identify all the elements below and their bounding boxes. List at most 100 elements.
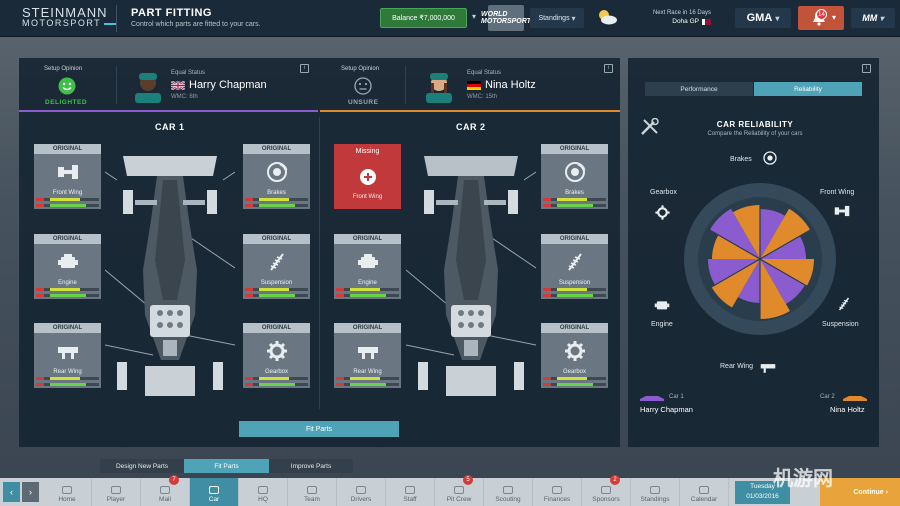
nav-label: Team <box>304 496 320 503</box>
part-condition: ORIGINAL <box>34 144 101 154</box>
chevron-right-icon: › <box>885 488 888 496</box>
finances-icon <box>552 486 562 494</box>
car1-front-wing-card[interactable]: ORIGINAL Front Wing <box>34 144 101 209</box>
nav-finances[interactable]: Finances <box>533 478 582 506</box>
brakes-icon <box>267 162 288 182</box>
radar-label-brakes: Brakes <box>730 156 752 163</box>
forward-arrow-button[interactable]: › <box>22 482 39 502</box>
tab-improve-parts[interactable]: Improve Parts <box>269 459 353 473</box>
reliability-radial-chart <box>684 183 836 335</box>
mm-label: MM <box>862 13 878 23</box>
suspension-icon <box>270 253 284 271</box>
car1-gearbox-card[interactable]: ORIGINAL Gearbox <box>243 323 310 388</box>
back-arrow-button[interactable]: ‹ <box>3 482 20 502</box>
logo-line2: MOTORSPORT <box>22 18 102 28</box>
continue-label: Continue <box>853 488 884 496</box>
car1-engine-card[interactable]: ORIGINAL Engine <box>34 234 101 299</box>
nav-sponsors[interactable]: Sponsors 2 <box>582 475 631 506</box>
driver-avatar-harry-chapman[interactable] <box>133 69 163 103</box>
car2-gearbox-card[interactable]: ORIGINAL Gearbox <box>541 323 608 388</box>
car1-legend-driver: Harry Chapman <box>640 405 693 414</box>
qatar-flag-icon <box>702 18 711 25</box>
gearbox-icon <box>655 205 670 220</box>
nav-standings[interactable]: Standings <box>631 478 680 506</box>
driver-status: Equal Status <box>171 70 206 76</box>
car1-brakes-card[interactable]: ORIGINAL Brakes <box>243 144 310 209</box>
part-condition: ORIGINAL <box>334 323 401 333</box>
car1-accent-line <box>19 110 318 112</box>
part-name: Brakes <box>267 190 286 196</box>
home-icon <box>62 486 72 494</box>
standings-dropdown[interactable]: Standings ▾ <box>530 8 584 28</box>
team-logo[interactable]: STEINMANN MOTORSPORT <box>22 6 117 28</box>
driver-name[interactable]: Nina Holtz <box>485 79 536 91</box>
car2-legend-driver: Nina Holtz <box>830 405 865 414</box>
uk-flag-icon <box>171 81 185 90</box>
tab-design-new-parts[interactable]: Design New Parts <box>100 459 184 473</box>
part-name: Engine <box>58 280 77 286</box>
car2-front-wing-card-missing[interactable]: Missing Front Wing <box>334 144 401 209</box>
nav-label: HQ <box>258 496 268 503</box>
balance-button[interactable]: Balance ₹7,000,000 <box>380 8 467 28</box>
car1-legend-label: Car 1 <box>669 394 684 400</box>
part-name: Suspension <box>260 280 293 286</box>
fit-parts-button[interactable]: Fit Parts <box>239 421 399 437</box>
car1-rear-wing-card[interactable]: ORIGINAL Rear Wing <box>34 323 101 388</box>
nav-scouting[interactable]: Scouting <box>484 478 533 506</box>
gearbox-icon <box>267 341 287 361</box>
nav-pit-crew[interactable]: Pit Crew 5 <box>435 475 484 506</box>
hq-icon <box>258 486 268 494</box>
part-name: Suspension <box>558 280 591 286</box>
nav-label: Calendar <box>690 496 718 503</box>
tab-performance[interactable]: Performance <box>645 82 753 96</box>
suspension-icon <box>838 297 850 311</box>
part-name: Rear Wing <box>53 369 82 375</box>
tab-fit-parts[interactable]: Fit Parts <box>184 459 269 473</box>
nav-label: Player <box>106 496 126 503</box>
nav-mail[interactable]: Mail 7 <box>141 475 190 506</box>
nav-label: Finances <box>543 496 571 503</box>
car1-suspension-card[interactable]: ORIGINAL Suspension <box>243 234 310 299</box>
nav-staff[interactable]: Staff <box>386 478 435 506</box>
nav-player[interactable]: Player <box>92 478 141 506</box>
world-motorsport-logo[interactable]: WORLD MOTORSPORT <box>481 5 531 31</box>
part-condition: ORIGINAL <box>243 234 310 244</box>
player-icon <box>111 486 121 494</box>
driver-name[interactable]: Harry Chapman <box>189 79 267 91</box>
part-condition: ORIGINAL <box>34 323 101 333</box>
car2-rear-wing-card[interactable]: ORIGINAL Rear Wing <box>334 323 401 388</box>
next-race-info[interactable]: Next Race in 16 Days Doha GP <box>620 9 711 26</box>
part-name: Front Wing <box>352 194 383 200</box>
part-name: Gearbox <box>264 369 288 375</box>
nav-drivers[interactable]: Drivers <box>337 478 386 506</box>
car-icon <box>209 486 219 494</box>
car2-suspension-card[interactable]: ORIGINAL Suspension <box>541 234 608 299</box>
mm-menu[interactable]: MM ▾ <box>851 8 895 28</box>
suspension-icon <box>568 253 582 271</box>
nav-home[interactable]: Home <box>43 478 92 506</box>
car1-legend-car-icon <box>640 396 664 401</box>
gma-dropdown[interactable]: GMA ▾ <box>735 8 791 28</box>
info-icon[interactable]: i <box>862 64 871 73</box>
add-icon <box>360 169 376 185</box>
part-condition: ORIGINAL <box>334 234 401 244</box>
radar-label-rear-wing: Rear Wing <box>720 363 754 370</box>
divider <box>116 66 117 104</box>
part-condition: ORIGINAL <box>541 323 608 333</box>
radar-label-suspension: Suspension <box>822 321 859 328</box>
car2-brakes-card[interactable]: ORIGINAL Brakes <box>541 144 608 209</box>
info-icon[interactable]: i <box>604 64 613 73</box>
nav-hq[interactable]: HQ <box>239 478 288 506</box>
info-icon[interactable]: i <box>300 64 309 73</box>
nav-team[interactable]: Team <box>288 478 337 506</box>
car2-engine-card[interactable]: ORIGINAL Engine <box>334 234 401 299</box>
nav-calendar[interactable]: Calendar <box>680 478 729 506</box>
next-race-days: Next Race in 16 Days <box>652 10 711 16</box>
car1-chassis-diagram <box>105 156 235 396</box>
nav-car[interactable]: Car <box>190 478 239 506</box>
part-name: Gearbox <box>562 369 586 375</box>
driver-avatar-nina-holtz[interactable] <box>424 69 454 103</box>
driver-wmc: WMC: 15th <box>467 94 498 100</box>
chevron-down-icon[interactable]: ▾ <box>472 12 476 21</box>
tab-reliability[interactable]: Reliability <box>754 82 862 96</box>
